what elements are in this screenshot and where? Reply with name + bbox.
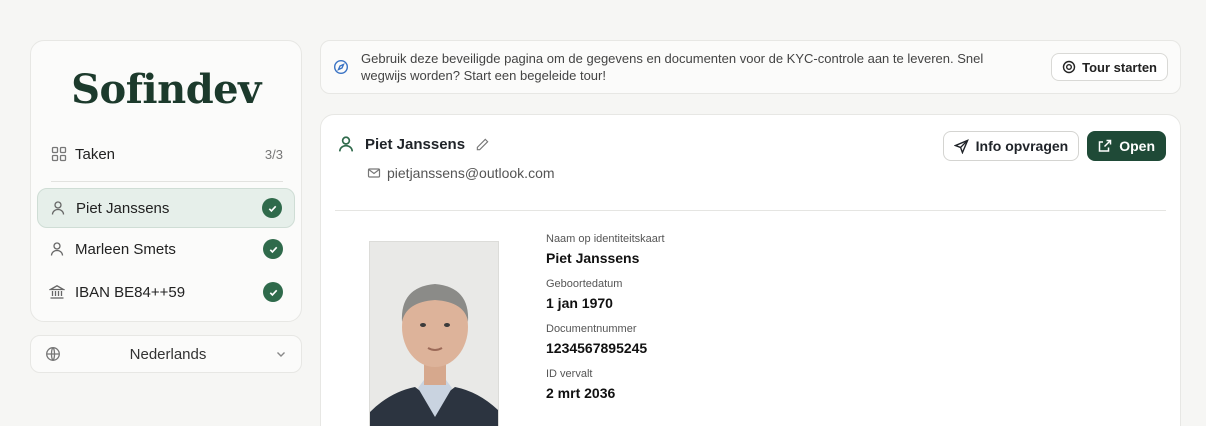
target-icon xyxy=(1062,60,1076,74)
request-info-label: Info opvragen xyxy=(975,138,1069,154)
portrait-image xyxy=(370,242,498,426)
sidebar-item-label: Marleen Smets xyxy=(75,240,176,258)
grid-icon xyxy=(51,146,67,162)
person-name: Piet Janssens xyxy=(365,135,466,153)
tour-start-label: Tour starten xyxy=(1082,59,1157,75)
field-value: 1 jan 1970 xyxy=(546,295,613,311)
user-icon xyxy=(50,242,64,256)
mail-icon xyxy=(367,168,381,178)
field-value: 2 mrt 2036 xyxy=(546,385,616,401)
field-label: Documentnummer xyxy=(546,323,637,335)
send-icon xyxy=(953,138,969,154)
open-button[interactable]: Open xyxy=(1087,131,1166,161)
person-header: Piet Janssens xyxy=(337,135,490,153)
external-link-icon xyxy=(1098,139,1112,152)
bank-icon xyxy=(49,285,65,299)
pencil-icon[interactable] xyxy=(475,137,490,152)
field-document-number: Documentnummer 1234567895245 xyxy=(546,323,665,356)
tasks-count: 3/3 xyxy=(264,146,283,162)
user-icon xyxy=(338,136,354,152)
logo: Sofindev xyxy=(71,66,261,113)
person-email: pietjanssens@outlook.com xyxy=(387,165,555,181)
banner-text: Gebruik deze beveiligde pagina om de geg… xyxy=(361,51,984,83)
field-name: Naam op identiteitskaart Piet Janssens xyxy=(546,233,665,266)
info-banner: Gebruik deze beveiligde pagina om de geg… xyxy=(320,40,1181,94)
tasks-header[interactable]: Taken 3/3 xyxy=(51,141,283,167)
chevron-down-icon xyxy=(277,352,285,357)
id-fields: Naam op identiteitskaart Piet Janssens G… xyxy=(546,233,665,413)
language-select[interactable]: Nederlands xyxy=(30,335,302,373)
open-label: Open xyxy=(1119,138,1155,154)
compass-icon xyxy=(333,59,349,75)
sidebar-item-iban[interactable]: IBAN BE84++59 xyxy=(37,272,295,312)
language-label: Nederlands xyxy=(129,345,207,363)
sidebar-item-label: Piet Janssens xyxy=(76,199,170,217)
field-birthdate: Geboortedatum 1 jan 1970 xyxy=(546,278,665,311)
globe-icon xyxy=(46,347,60,361)
sidebar-item-label: IBAN BE84++59 xyxy=(75,283,186,301)
request-info-button[interactable]: Info opvragen xyxy=(942,131,1080,161)
field-value: 1234567895245 xyxy=(546,340,648,356)
id-photo xyxy=(369,241,499,426)
tasks-label: Taken xyxy=(75,145,116,163)
field-id-expiry: ID vervalt 2 mrt 2036 xyxy=(546,368,665,401)
field-label: ID vervalt xyxy=(546,368,593,380)
check-icon xyxy=(263,239,283,259)
person-card: Piet Janssens pietjanssens@outlook.com I… xyxy=(320,114,1181,426)
tour-start-button[interactable]: Tour starten xyxy=(1051,53,1168,81)
check-icon xyxy=(262,198,282,218)
field-value: Piet Janssens xyxy=(546,250,640,266)
person-email-row: pietjanssens@outlook.com xyxy=(367,165,555,181)
sidebar: Sofindev Taken 3/3 Piet Janssens Marleen… xyxy=(30,40,302,322)
divider xyxy=(335,210,1166,211)
check-icon xyxy=(263,282,283,302)
user-icon xyxy=(51,201,65,215)
field-label: Geboortedatum xyxy=(546,278,623,290)
sidebar-item-piet-janssens[interactable]: Piet Janssens xyxy=(37,188,295,228)
divider xyxy=(51,181,283,182)
sidebar-item-marleen-smets[interactable]: Marleen Smets xyxy=(37,229,295,269)
person-actions: Info opvragen Open xyxy=(942,131,1166,161)
field-label: Naam op identiteitskaart xyxy=(546,233,665,245)
